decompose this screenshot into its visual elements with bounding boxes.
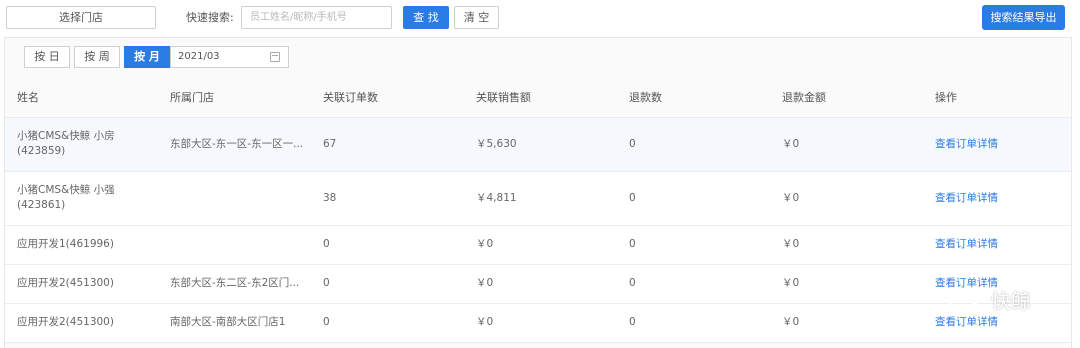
table-row: 应用开发2(451300) 东部大区-东二区-东2区门... 0 ￥0 0 ￥0…: [5, 264, 1071, 304]
cell-refunds: 0: [617, 117, 770, 172]
col-header-sales: 关联销售额: [464, 78, 617, 118]
cell-refund-amount: ￥0: [770, 303, 923, 343]
table-row: 应用开发2(451300) 南部大区-南部大区门店1 0 ￥0 0 ￥0 查看订…: [5, 303, 1071, 343]
cell-orders: 0: [311, 303, 464, 343]
table-row: 小猪CMS&快鲸 小强 (423861) 38 ￥4,811 0 ￥0 查看订单详…: [5, 171, 1071, 226]
cell-name: 应用开发2(451300): [5, 303, 158, 343]
export-results-button[interactable]: 搜索结果导出: [982, 5, 1065, 30]
whale-logo-icon: [948, 288, 979, 311]
results-panel: 按 日 按 周 按 月 2021/03 姓名 所属门店 关联订单数 关联销售额 …: [4, 37, 1072, 348]
cell-sales: ￥4,811: [464, 171, 617, 226]
store-select-button[interactable]: 选择门店: [6, 6, 156, 29]
by-day-button[interactable]: 按 日: [24, 46, 70, 68]
cell-orders: 67: [311, 117, 464, 172]
cell-refund-amount: ￥0: [770, 171, 923, 226]
col-header-store: 所属门店: [158, 78, 311, 118]
cell-refund-amount: ￥0: [770, 264, 923, 304]
col-header-action: 操作: [923, 78, 1071, 118]
table-row: 应用开发1(461996) 0 ￥0 0 ￥0 查看订单详情: [5, 225, 1071, 265]
search-input[interactable]: [241, 6, 392, 29]
view-order-details-link[interactable]: 查看订单详情: [935, 138, 998, 150]
month-picker[interactable]: 2021/03: [170, 46, 289, 68]
cell-store: [158, 171, 311, 226]
by-month-button[interactable]: 按 月: [124, 46, 170, 68]
cell-refunds: 0: [617, 264, 770, 304]
cell-store: [158, 225, 311, 265]
cell-action: 查看订单详情: [923, 117, 1071, 172]
cell-store: 东部大区-东二区-东2区门...: [158, 264, 311, 304]
cell-orders: 0: [311, 225, 464, 265]
col-header-orders: 关联订单数: [311, 78, 464, 118]
cell-sales: ￥5,630: [464, 117, 617, 172]
cell-refund-amount: ￥0: [770, 117, 923, 172]
view-order-details-link[interactable]: 查看订单详情: [935, 192, 998, 204]
cell-action: 查看订单详情: [923, 225, 1071, 265]
watermark-text: 快鲸: [991, 289, 1031, 313]
cell-action: 查看订单详情: [923, 171, 1071, 226]
cell-store: 南部大区-南部大区门店1: [158, 303, 311, 343]
cell-orders: 38: [311, 171, 464, 226]
cell-name: 小猪CMS&快鲸 小房 (423859): [5, 117, 158, 172]
find-button[interactable]: 查 找: [403, 6, 449, 29]
table-header-row: 姓名 所属门店 关联订单数 关联销售额 退款数 退款金额 操作: [5, 78, 1071, 118]
cell-refunds: 0: [617, 303, 770, 343]
view-order-details-link[interactable]: 查看订单详情: [935, 238, 998, 250]
cell-sales: ￥0: [464, 225, 617, 265]
cell-refund-amount: ￥0: [770, 225, 923, 265]
staff-sales-table: 姓名 所属门店 关联订单数 关联销售额 退款数 退款金额 操作 小猪CMS&快鲸…: [5, 78, 1071, 343]
cell-store: 东部大区-东一区-东一区一...: [158, 117, 311, 172]
cell-refunds: 0: [617, 171, 770, 226]
col-header-name: 姓名: [5, 78, 158, 118]
cell-name: 小猪CMS&快鲸 小强 (423861): [5, 171, 158, 226]
cell-orders: 0: [311, 264, 464, 304]
month-picker-value: 2021/03: [178, 51, 220, 62]
watermark: 快鲸: [947, 286, 1047, 316]
period-filter-bar: 按 日 按 周 按 月 2021/03: [5, 38, 1071, 78]
col-header-refund-amount: 退款金额: [770, 78, 923, 118]
cell-name: 应用开发2(451300): [5, 264, 158, 304]
cell-refunds: 0: [617, 225, 770, 265]
cell-sales: ￥0: [464, 303, 617, 343]
clear-button[interactable]: 清 空: [454, 6, 499, 29]
col-header-refunds: 退款数: [617, 78, 770, 118]
cell-sales: ￥0: [464, 264, 617, 304]
by-week-button[interactable]: 按 周: [74, 46, 120, 68]
view-order-details-link[interactable]: 查看订单详情: [935, 316, 998, 328]
quick-search-label: 快速搜索:: [186, 11, 234, 24]
table-row: 小猪CMS&快鲸 小房 (423859) 东部大区-东一区-东一区一... 67 …: [5, 117, 1071, 172]
top-toolbar: 选择门店 快速搜索: 查 找 清 空 搜索结果导出: [0, 0, 1080, 36]
calendar-icon[interactable]: [270, 52, 280, 62]
cell-name: 应用开发1(461996): [5, 225, 158, 265]
